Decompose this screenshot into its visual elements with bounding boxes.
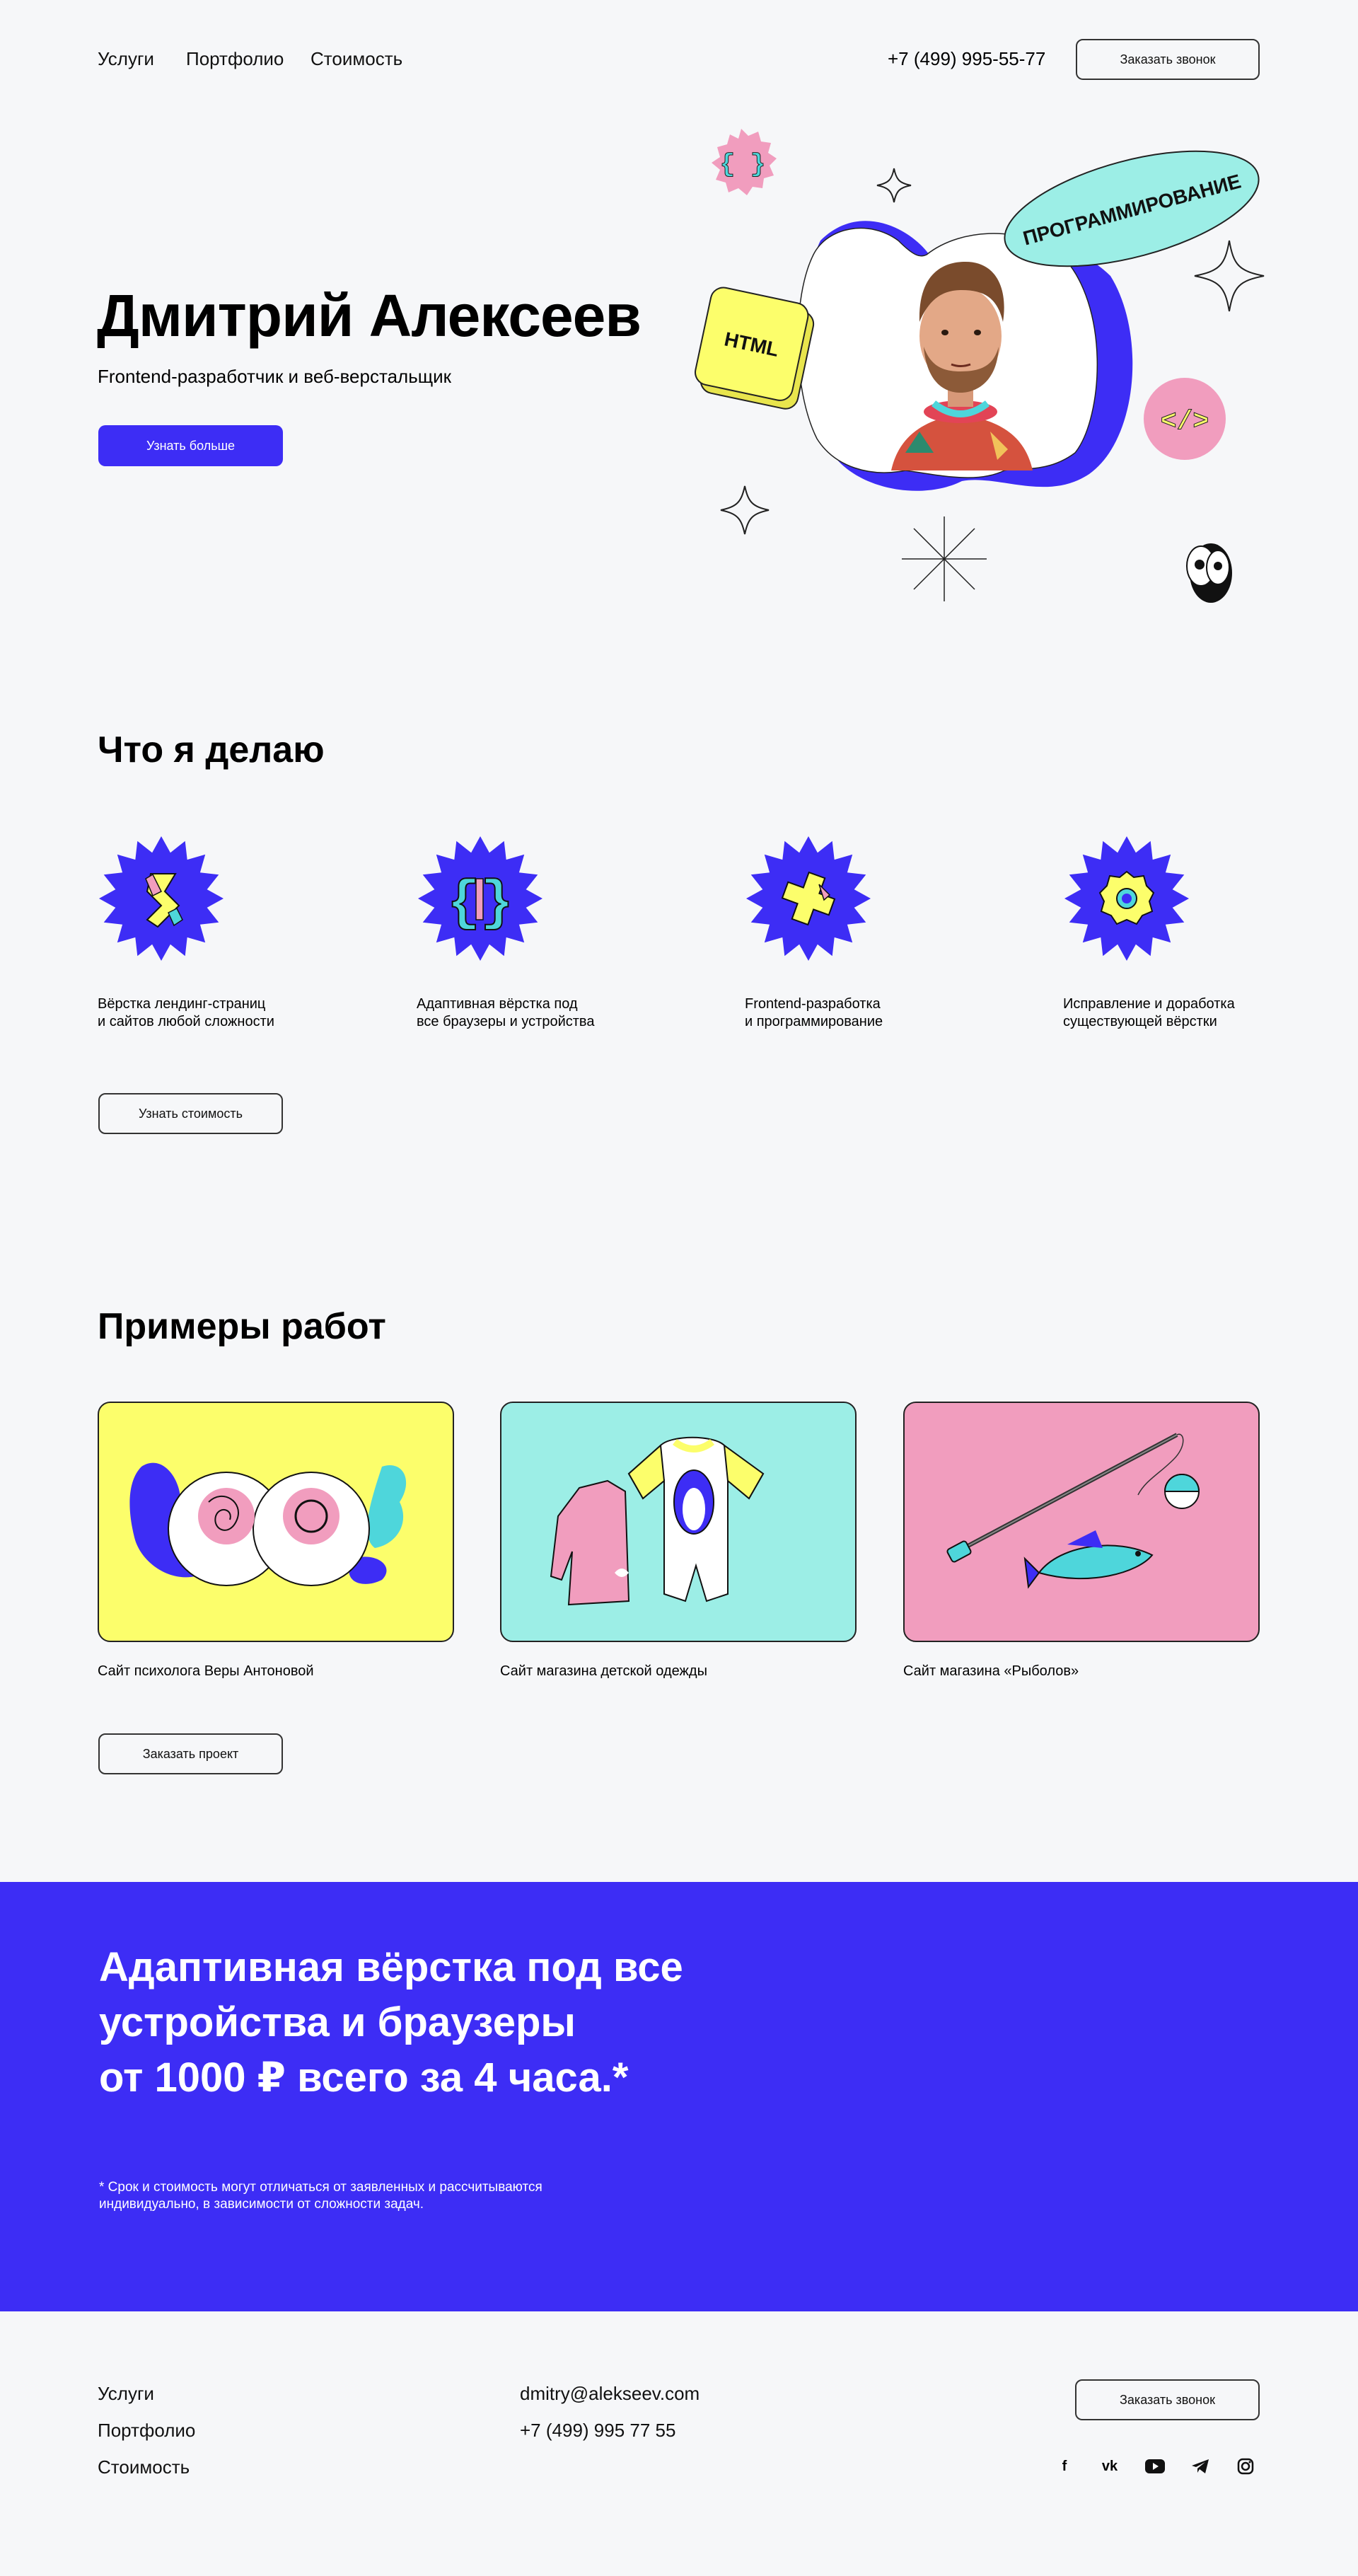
order-project-button[interactable]: Заказать проект [98, 1733, 283, 1774]
work-item[interactable]: Сайт магазина «Рыболов» [903, 1402, 1260, 1680]
service-text: Исправление и доработка существующей вёр… [1063, 996, 1235, 1029]
telegram-icon[interactable] [1188, 2454, 1213, 2479]
work-card-kids-clothes[interactable] [500, 1402, 857, 1642]
nav-link-services[interactable]: Услуги [98, 48, 154, 70]
cross-icon [746, 836, 871, 961]
footer-phone[interactable]: +7 (499) 995 77 55 [520, 2420, 675, 2442]
social-links: f vk [1052, 2454, 1258, 2479]
learn-more-button[interactable]: Узнать больше [98, 425, 283, 466]
eyes-icon [1186, 543, 1232, 603]
service-item: Исправление и доработка существующей вёр… [1063, 835, 1282, 1031]
service-item: {} Адаптивная вёрстка под все браузеры и… [417, 835, 636, 1031]
sparkle-icon [720, 485, 770, 535]
service-text: Вёрстка лендинг-страниц и сайтов любой с… [98, 996, 274, 1029]
hero-title: Дмитрий Алексеев [97, 282, 642, 349]
brain-illustration [129, 1462, 407, 1586]
s-curve-icon [99, 836, 224, 961]
kids-clothes-illustration [550, 1436, 765, 1606]
braces-badge-icon: { } [712, 129, 777, 195]
work-card-fishing[interactable] [903, 1402, 1260, 1642]
svg-text:</>: </> [1161, 407, 1209, 437]
fishing-illustration [946, 1433, 1200, 1589]
vk-icon[interactable]: vk [1097, 2454, 1122, 2479]
svg-text:{ }: { } [720, 150, 766, 179]
footer-call-button[interactable]: Заказать звонок [1075, 2379, 1260, 2420]
sparkle-icon [1194, 240, 1265, 312]
promo-banner: Адаптивная вёрстка под все устройства и … [0, 1882, 1358, 2311]
work-card-psychologist[interactable] [98, 1402, 454, 1642]
code-tag-badge-icon: </> [1144, 378, 1226, 460]
hero-subtitle: Frontend-разработчик и веб-верстальщик [98, 366, 452, 387]
pricing-button[interactable]: Узнать стоимость [98, 1093, 283, 1134]
nav-link-portfolio[interactable]: Портфолио [186, 48, 284, 70]
footer-link-pricing[interactable]: Стоимость [98, 2456, 190, 2478]
sparkle-icon [876, 168, 912, 203]
youtube-icon[interactable] [1142, 2454, 1168, 2479]
footer-email[interactable]: dmitry@alekseev.com [520, 2383, 700, 2405]
work-caption: Сайт магазина детской одежды [500, 1663, 707, 1679]
promo-title: Адаптивная вёрстка под все устройства и … [99, 1944, 683, 2101]
work-caption: Сайт магазина «Рыболов» [903, 1663, 1079, 1679]
services-title: Что я делаю [98, 729, 325, 770]
footer-link-portfolio[interactable]: Портфолио [98, 2420, 195, 2442]
work-item[interactable]: Сайт магазина детской одежды [500, 1402, 857, 1680]
footer-link-services[interactable]: Услуги [98, 2383, 154, 2405]
instagram-icon[interactable] [1233, 2454, 1258, 2479]
works-title: Примеры работ [98, 1306, 386, 1347]
service-text: Frontend-разработка и программирование [745, 996, 883, 1029]
braces-icon: {} [418, 836, 542, 961]
service-item: Вёрстка лендинг-страниц и сайтов любой с… [98, 835, 317, 1031]
work-item[interactable]: Сайт психолога Веры Антоновой [98, 1402, 454, 1680]
header-phone[interactable]: +7 (499) 995-55-77 [888, 48, 1045, 70]
service-item: Frontend-разработка и программирование [745, 835, 964, 1031]
facebook-icon[interactable]: f [1052, 2454, 1077, 2479]
service-text: Адаптивная вёрстка под все браузеры и ус… [417, 996, 595, 1029]
burst-lines-icon [902, 516, 987, 601]
promo-note: * Срок и стоимость могут отличаться от з… [99, 2180, 542, 2212]
call-button[interactable]: Заказать звонок [1076, 39, 1260, 80]
nav-link-pricing[interactable]: Стоимость [311, 48, 402, 70]
hero-illustration: ПРОГРАММИРОВАНИЕ HTML { } </> [695, 129, 1265, 603]
html-sticker: HTML [695, 287, 815, 410]
work-caption: Сайт психолога Веры Антоновой [98, 1663, 314, 1679]
gear-icon [1064, 836, 1189, 961]
